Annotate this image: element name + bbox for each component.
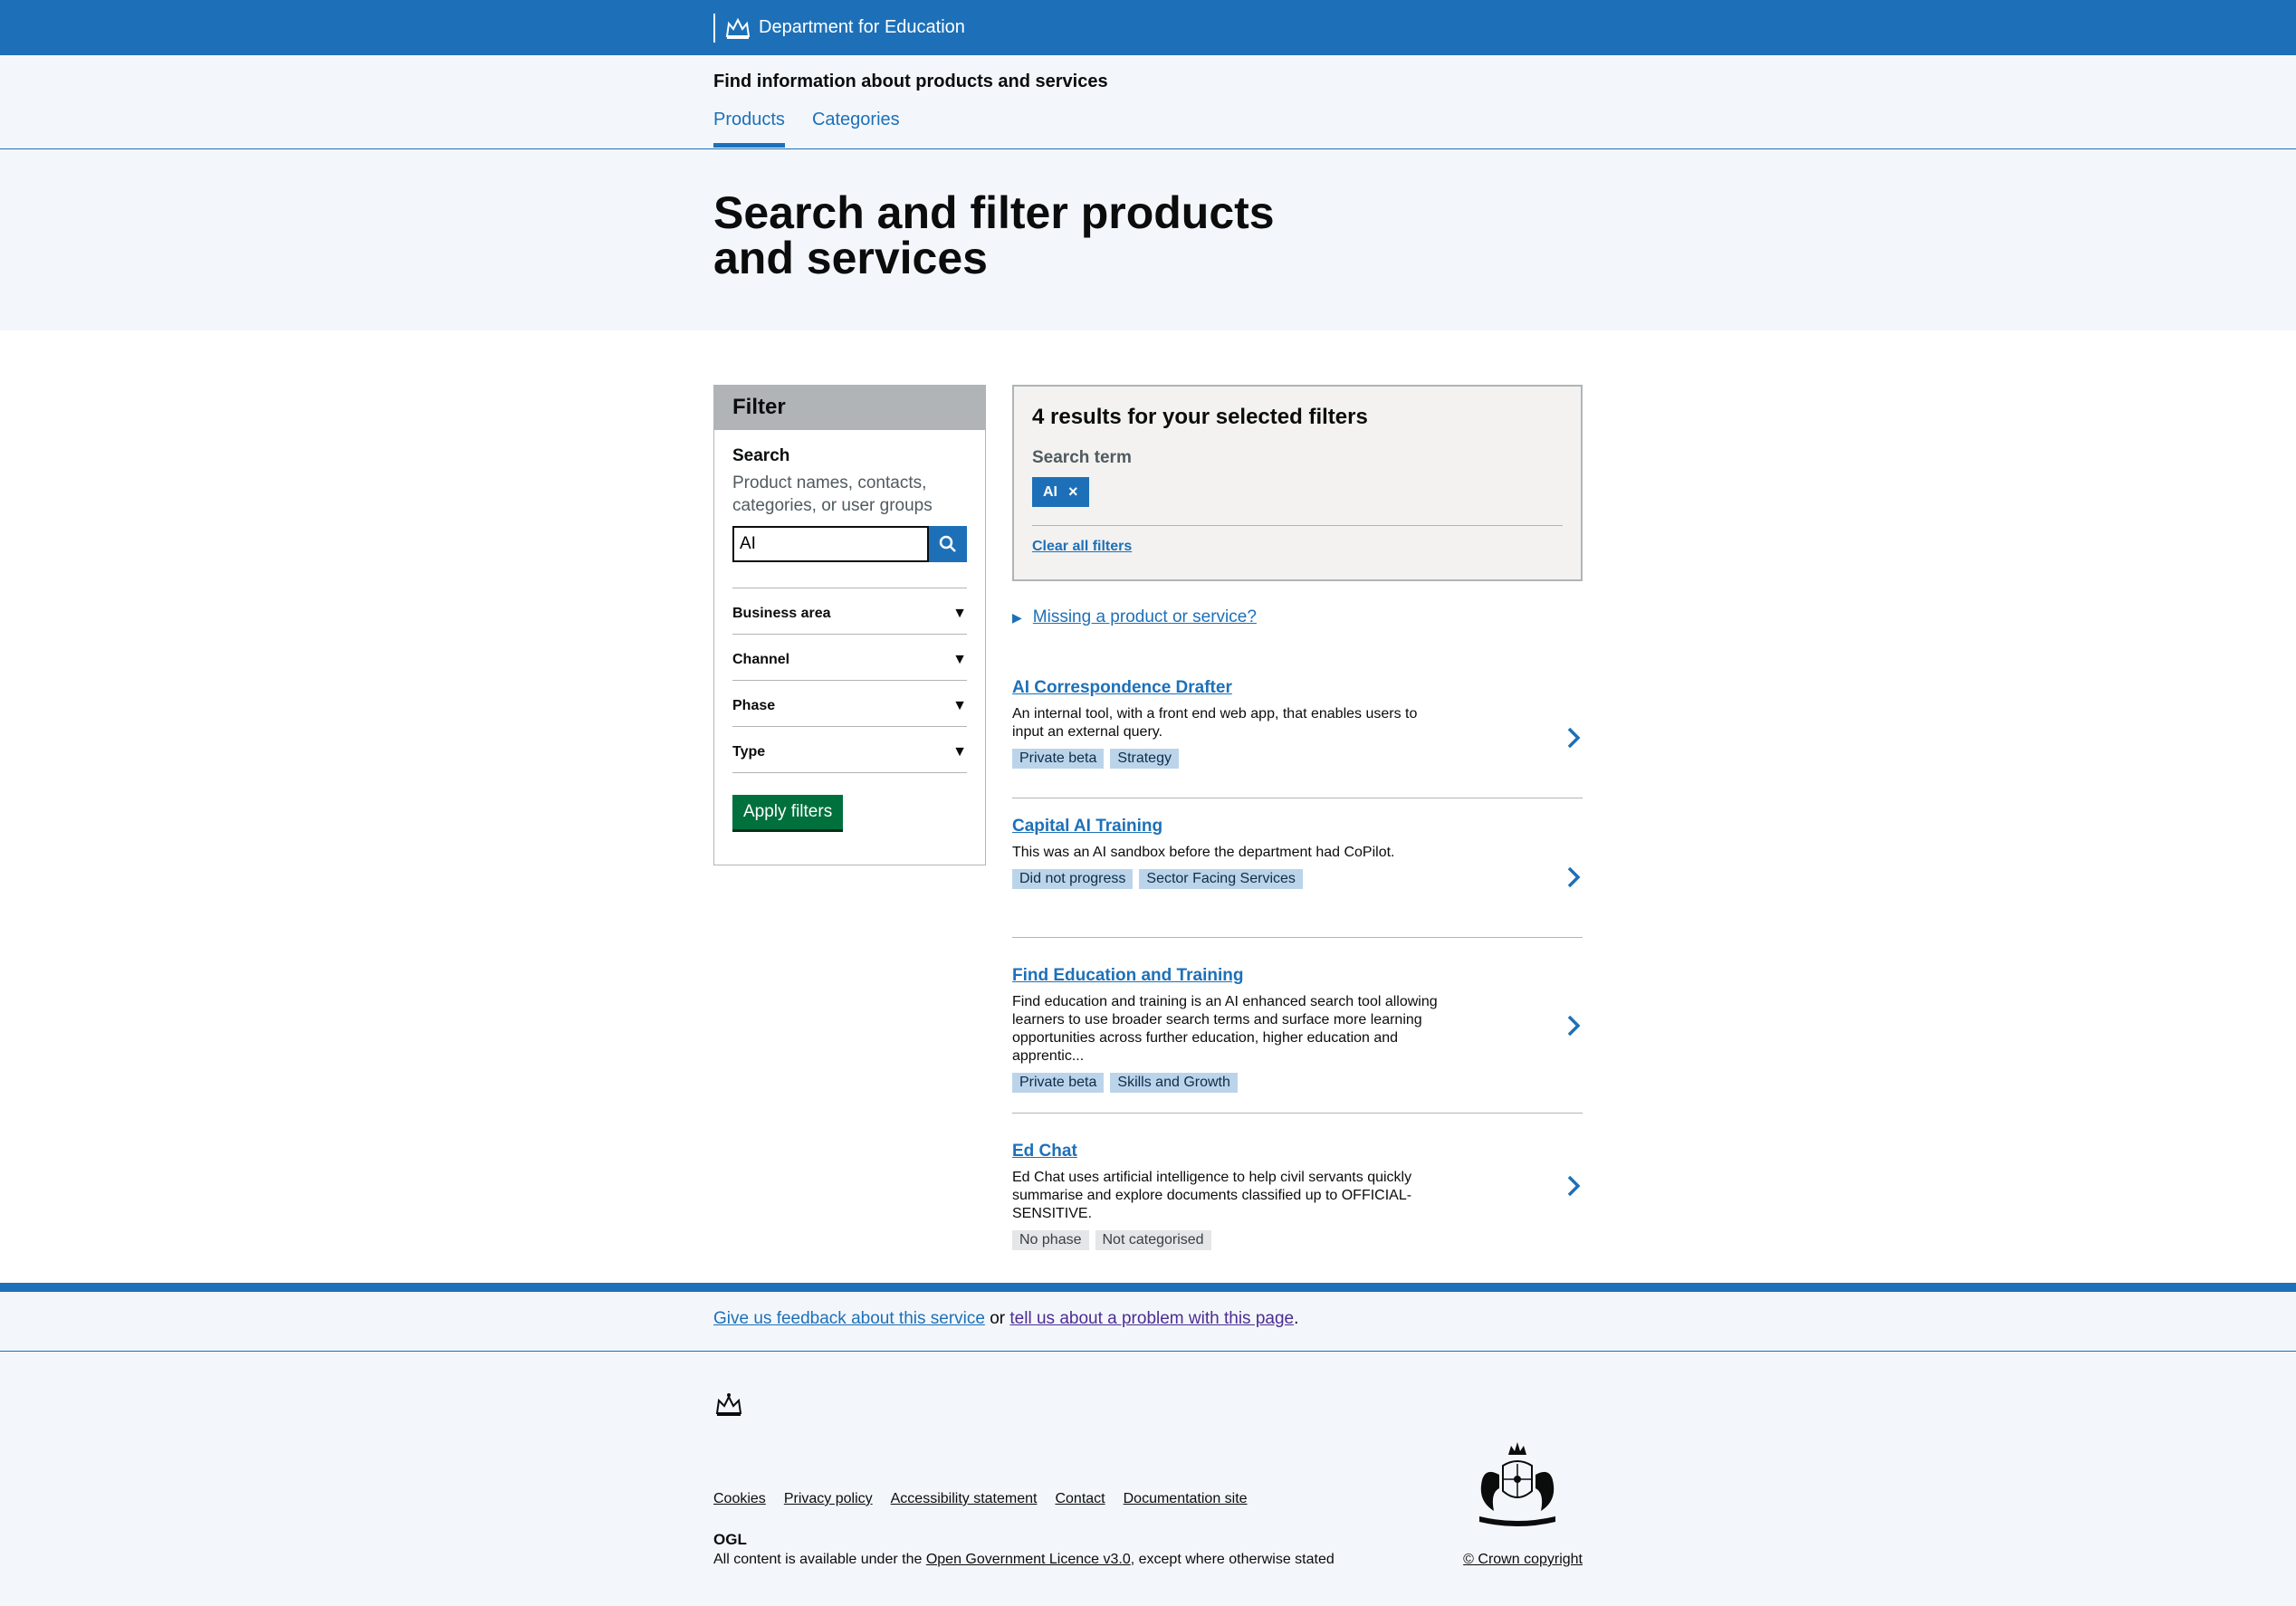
licence-link[interactable]: Open Government Licence v3.0 [926, 1552, 1131, 1567]
footer: Give us feedback about this service or t… [0, 1283, 2296, 1606]
licence-text: All content is available under the Open … [713, 1552, 1335, 1568]
remove-search-term-tag[interactable]: AI × [1032, 477, 1089, 507]
ogl-logo-text: OGL [713, 1531, 747, 1547]
chevron-right-icon[interactable] [1564, 724, 1583, 751]
crown-icon [715, 1393, 742, 1416]
missing-product-details[interactable]: ▶ Missing a product or service? [1012, 607, 1257, 627]
product-tag: Not categorised [1095, 1230, 1211, 1250]
filter-heading: Filter [714, 386, 985, 430]
product-link[interactable]: Capital AI Training [1012, 817, 1162, 836]
report-problem-link[interactable]: tell us about a problem with this page [1009, 1309, 1294, 1328]
product-item: Capital AI Training This was an AI sandb… [1012, 817, 1583, 938]
filter-phase-label: Phase [732, 698, 776, 713]
nav-products[interactable]: Products [713, 110, 785, 148]
footer-link-cookies[interactable]: Cookies [713, 1491, 766, 1507]
royal-coat-of-arms-icon [1479, 1442, 1555, 1526]
chevron-right-icon[interactable] [1564, 1172, 1583, 1200]
licence-prefix: All content is available under the [713, 1552, 923, 1567]
crown-copyright-link[interactable]: © Crown copyright [1463, 1552, 1583, 1568]
filter-channel[interactable]: Channel ▼ [732, 635, 967, 681]
chevron-right-icon[interactable] [1564, 864, 1583, 891]
product-tag: Strategy [1110, 749, 1179, 769]
feedback-end: . [1294, 1309, 1299, 1328]
search-hint: Product names, contacts, categories, or … [732, 473, 933, 515]
search-term-value: AI [1043, 483, 1057, 500]
filter-panel: Filter Search Product names, contacts, c… [713, 385, 986, 865]
product-description: An internal tool, with a front end web a… [1012, 706, 1418, 740]
filter-type[interactable]: Type ▼ [732, 727, 967, 773]
missing-product-label: Missing a product or service? [1032, 607, 1257, 626]
product-description: Find education and training is an AI enh… [1012, 994, 1438, 1064]
filter-business-area[interactable]: Business area ▼ [732, 588, 967, 635]
close-icon: × [1068, 483, 1078, 501]
footer-links: Cookies Privacy policy Accessibility sta… [713, 1491, 1266, 1507]
triangle-down-icon: ▼ [952, 606, 967, 621]
product-description: Ed Chat uses artificial intelligence to … [1012, 1170, 1412, 1221]
footer-link-accessibility[interactable]: Accessibility statement [891, 1491, 1038, 1507]
footer-link-documentation[interactable]: Documentation site [1124, 1491, 1248, 1507]
primary-nav: Products Categories [713, 110, 927, 148]
product-link[interactable]: Ed Chat [1012, 1142, 1077, 1161]
org-brand-link[interactable]: Department for Education [713, 13, 965, 43]
clear-all-filters-link[interactable]: Clear all filters [1032, 539, 1132, 555]
triangle-down-icon: ▼ [952, 698, 967, 713]
product-tag: No phase [1012, 1230, 1089, 1250]
filter-phase[interactable]: Phase ▼ [732, 681, 967, 727]
search-term-label: Search term [1032, 448, 1132, 467]
results-count: 4 results for your selected filters [1032, 405, 1368, 429]
product-tag: Sector Facing Services [1139, 869, 1303, 889]
feedback-bar: Give us feedback about this service or t… [0, 1292, 2296, 1352]
filter-type-label: Type [732, 744, 766, 760]
chevron-right-icon[interactable] [1564, 1012, 1583, 1039]
search-icon [939, 535, 956, 552]
apply-filters-button[interactable]: Apply filters [732, 795, 844, 829]
service-name[interactable]: Find information about products and serv… [713, 72, 1108, 92]
search-input[interactable] [732, 526, 929, 562]
footer-link-contact[interactable]: Contact [1055, 1491, 1105, 1507]
filter-channel-label: Channel [732, 652, 790, 667]
page-title: Search and filter products and services [713, 187, 1275, 283]
filter-business-area-label: Business area [732, 606, 831, 621]
main-content: Filter Search Product names, contacts, c… [0, 330, 2296, 1278]
product-item: Find Education and Training Find educati… [1012, 938, 1583, 1114]
product-item: Ed Chat Ed Chat uses artificial intellig… [1012, 1114, 1583, 1258]
service-navigation: Find information about products and serv… [0, 55, 2296, 149]
triangle-right-icon: ▶ [1012, 609, 1022, 625]
feedback-link[interactable]: Give us feedback about this service [713, 1309, 985, 1328]
feedback-or: or [990, 1309, 1006, 1328]
nav-categories[interactable]: Categories [812, 110, 900, 148]
page-hero: Search and filter products and services [0, 149, 2296, 330]
product-tag: Did not progress [1012, 869, 1134, 889]
product-item: AI Correspondence Drafter An internal to… [1012, 677, 1583, 798]
product-description: This was an AI sandbox before the depart… [1012, 845, 1395, 860]
product-tag: Private beta [1012, 1073, 1105, 1093]
crown-icon [722, 14, 753, 42]
search-button[interactable] [929, 526, 967, 562]
product-tag: Private beta [1012, 749, 1105, 769]
org-name: Department for Education [759, 17, 965, 37]
search-label: Search [732, 446, 790, 465]
product-link[interactable]: AI Correspondence Drafter [1012, 678, 1232, 698]
triangle-down-icon: ▼ [952, 744, 967, 760]
header-bar: Department for Education [0, 0, 2296, 55]
footer-link-privacy[interactable]: Privacy policy [784, 1491, 873, 1507]
licence-suffix: , except where otherwise stated [1130, 1552, 1335, 1567]
triangle-down-icon: ▼ [952, 652, 967, 667]
selected-filters-summary: 4 results for your selected filters Sear… [1012, 385, 1583, 581]
ogl-logo: OGL [713, 1531, 747, 1547]
product-tag: Skills and Growth [1110, 1073, 1238, 1093]
product-link[interactable]: Find Education and Training [1012, 966, 1243, 986]
